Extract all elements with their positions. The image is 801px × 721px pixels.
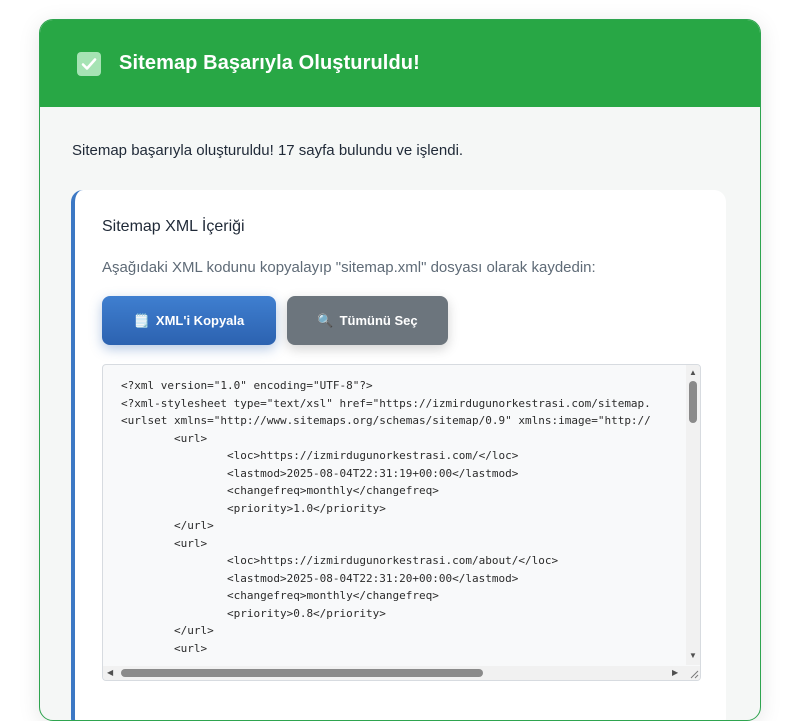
card-header: Sitemap Başarıyla Oluşturuldu! xyxy=(40,20,760,107)
clipboard-icon: 🗒️ xyxy=(133,312,150,328)
horizontal-scroll-thumb[interactable] xyxy=(121,669,483,677)
xml-content-panel: Sitemap XML İçeriği Aşağıdaki XML kodunu… xyxy=(71,190,726,720)
select-all-label: Tümünü Seç xyxy=(339,313,418,328)
vertical-scroll-thumb[interactable] xyxy=(689,381,697,423)
magnifier-icon: 🔍 xyxy=(317,312,334,328)
check-square-icon xyxy=(77,51,101,76)
copy-xml-label: XML'i Kopyala xyxy=(155,313,245,328)
scroll-right-icon[interactable]: ▶ xyxy=(672,669,678,677)
panel-title: Sitemap XML İçeriği xyxy=(102,218,245,235)
sitemap-result-card: Sitemap Başarıyla Oluşturuldu! Sitemap b… xyxy=(39,19,761,721)
scroll-up-icon[interactable]: ▲ xyxy=(689,369,697,377)
resize-handle-icon[interactable] xyxy=(686,666,700,680)
xml-textarea[interactable]: <?xml version="1.0" encoding="UTF-8"?> <… xyxy=(102,364,701,681)
vertical-scrollbar[interactable]: ▲ ▼ xyxy=(686,365,700,665)
xml-code[interactable]: <?xml version="1.0" encoding="UTF-8"?> <… xyxy=(121,377,651,657)
card-title: Sitemap Başarıyla Oluşturuldu! xyxy=(119,52,420,74)
success-message: Sitemap başarıyla oluşturuldu! 17 sayfa … xyxy=(72,142,464,159)
select-all-button[interactable]: 🔍 Tümünü Seç xyxy=(287,296,448,345)
scroll-left-icon[interactable]: ◀ xyxy=(107,669,113,677)
scroll-down-icon[interactable]: ▼ xyxy=(689,652,697,660)
copy-xml-button[interactable]: 🗒️ XML'i Kopyala xyxy=(102,296,276,345)
panel-description: Aşağıdaki XML kodunu kopyalayıp "sitemap… xyxy=(102,259,596,276)
horizontal-scrollbar[interactable]: ◀ ▶ xyxy=(103,666,686,680)
